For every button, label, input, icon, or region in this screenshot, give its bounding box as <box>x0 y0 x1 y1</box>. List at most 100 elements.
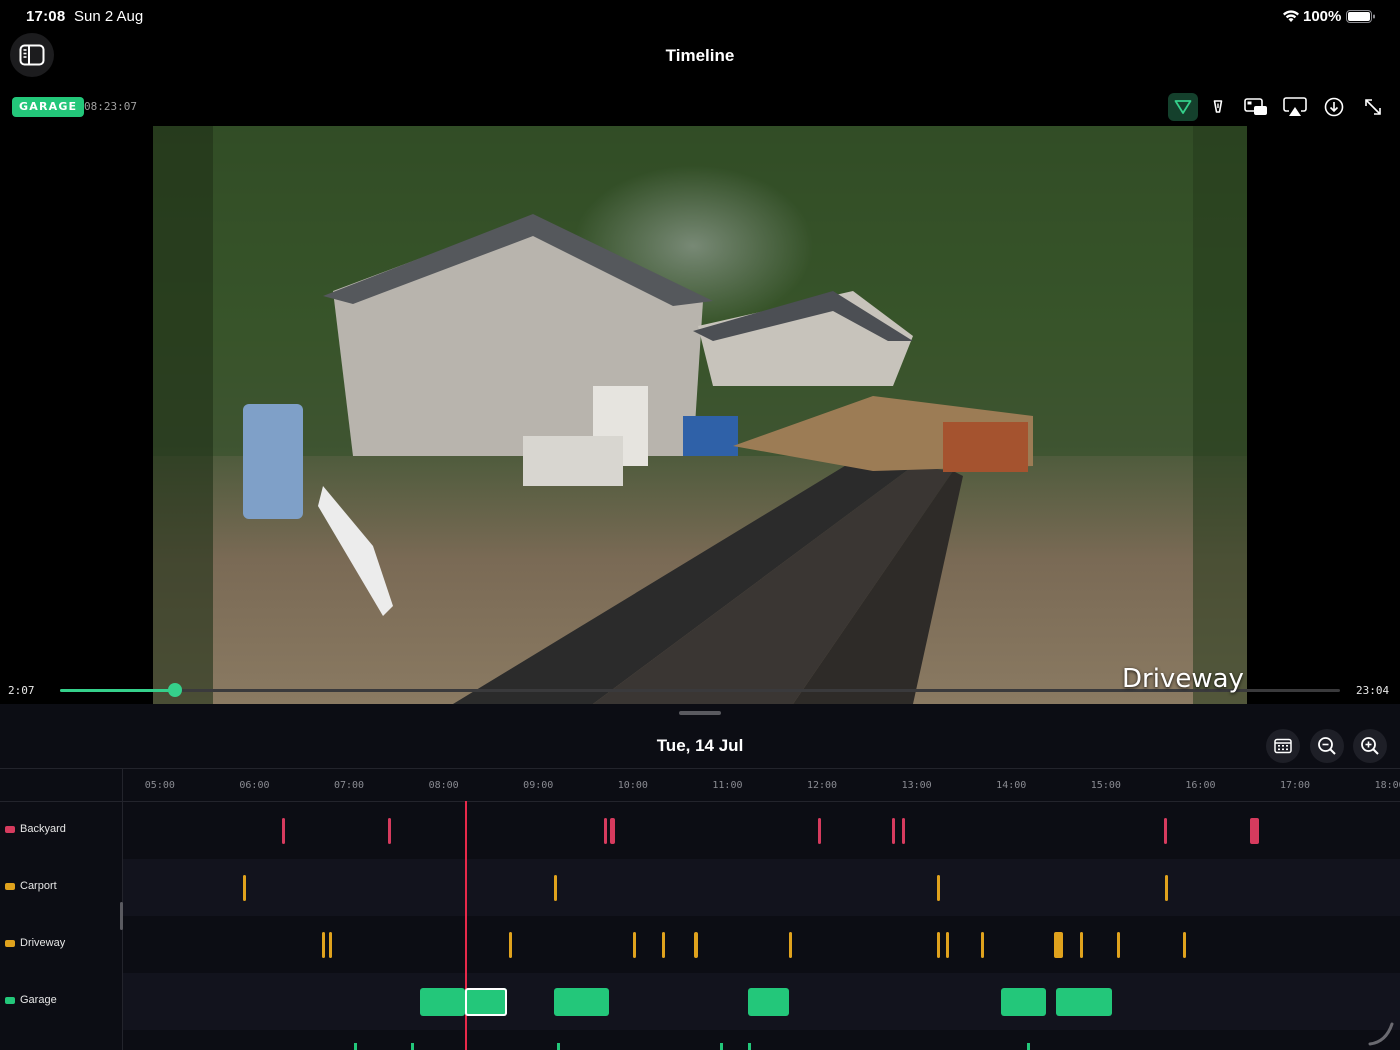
time-tick-label: 07:00 <box>333 780 365 791</box>
event-marker[interactable] <box>557 1043 561 1050</box>
event-marker[interactable] <box>1055 987 1112 1016</box>
filter-button[interactable] <box>1168 93 1198 121</box>
timeline-row-driveway[interactable] <box>123 916 1400 973</box>
calendar-button[interactable] <box>1266 729 1300 763</box>
resize-handle-icon[interactable] <box>1368 1020 1396 1046</box>
event-marker[interactable] <box>1249 817 1260 844</box>
event-marker[interactable] <box>1080 931 1084 958</box>
row-label-text: Carport <box>20 880 57 892</box>
scrubber-start-time: 2:07 <box>8 684 35 697</box>
event-marker[interactable] <box>892 817 896 844</box>
camera-badge: GARAGE <box>12 97 85 117</box>
time-tick-label: 17:00 <box>1279 780 1311 791</box>
event-marker[interactable] <box>1000 987 1047 1016</box>
row-color-swatch <box>5 825 15 833</box>
row-color-swatch <box>5 996 15 1004</box>
calendar-icon <box>1274 738 1292 754</box>
time-tick-label: 10:00 <box>617 780 648 791</box>
event-marker[interactable] <box>419 987 466 1016</box>
event-marker[interactable] <box>610 817 615 844</box>
video-player[interactable] <box>153 126 1247 704</box>
row-label: Carport <box>5 880 57 892</box>
event-marker[interactable] <box>694 931 699 958</box>
event-marker[interactable] <box>945 931 949 958</box>
row-color-swatch <box>5 939 15 947</box>
event-marker[interactable] <box>554 874 558 901</box>
event-marker[interactable] <box>748 987 789 1016</box>
time-tick-label: 13:00 <box>901 780 932 791</box>
zoom-in-icon <box>1361 737 1379 755</box>
row-label: Driveway <box>5 937 65 949</box>
event-marker[interactable] <box>353 1043 357 1050</box>
row-label: Garage <box>5 994 57 1006</box>
row-label-text: Driveway <box>20 937 66 949</box>
time-tick-label: 16:00 <box>1185 780 1216 791</box>
airplay-button[interactable] <box>1280 93 1310 121</box>
camera-timestamp: 08:23:07 <box>84 100 137 113</box>
event-marker[interactable] <box>603 817 607 844</box>
time-tick-label: 06:00 <box>239 780 270 791</box>
event-marker[interactable] <box>937 874 941 901</box>
event-marker[interactable] <box>1165 874 1169 901</box>
event-marker[interactable] <box>788 931 792 958</box>
event-marker[interactable] <box>243 874 247 901</box>
event-marker[interactable] <box>508 931 512 958</box>
event-marker[interactable] <box>1163 817 1167 844</box>
timeline-row-carport[interactable] <box>123 859 1400 916</box>
expand-icon <box>1365 99 1381 115</box>
time-tick-label: 05:00 <box>144 780 175 791</box>
airplay-icon <box>1283 97 1307 116</box>
zoom-out-button[interactable] <box>1310 729 1344 763</box>
zoom-in-button[interactable] <box>1353 729 1387 763</box>
event-marker[interactable] <box>554 987 610 1016</box>
panel-grabber[interactable] <box>679 711 721 715</box>
battery-percentage: 100% <box>1303 8 1342 25</box>
event-marker[interactable] <box>1053 931 1064 958</box>
scrubber-end-time: 23:04 <box>1356 684 1390 697</box>
camera-name-overlay: Driveway <box>1122 664 1244 694</box>
time-tick-label: 14:00 <box>996 780 1027 791</box>
event-marker[interactable] <box>719 1043 723 1050</box>
event-marker[interactable] <box>980 931 984 958</box>
event-marker[interactable] <box>281 817 285 844</box>
status-date: Sun 2 Aug <box>74 8 144 25</box>
status-bar <box>0 0 1400 34</box>
sensor-button[interactable] <box>1203 93 1233 121</box>
timeline-row-backyard[interactable] <box>123 802 1400 859</box>
time-tick-label: 15:00 <box>1090 780 1121 791</box>
event-marker[interactable] <box>1183 931 1187 958</box>
status-clock: 17:08 <box>26 8 66 25</box>
sidebar-icon <box>19 44 45 66</box>
time-tick-label: 18:00 <box>1374 780 1400 791</box>
time-tick-label: 08:00 <box>428 780 459 791</box>
event-marker[interactable] <box>321 931 325 958</box>
event-marker[interactable] <box>410 1043 414 1050</box>
page-title: Timeline <box>665 46 735 65</box>
scroll-indicator[interactable] <box>120 902 123 930</box>
event-marker[interactable] <box>818 817 822 844</box>
filter-icon <box>1174 100 1192 114</box>
fullscreen-button[interactable] <box>1358 93 1388 121</box>
event-marker[interactable] <box>387 817 391 844</box>
time-tick-label: 09:00 <box>523 780 554 791</box>
sensor-icon <box>1213 100 1223 113</box>
row-label-text: Garage <box>20 994 57 1006</box>
camera-feed-image <box>153 126 1247 704</box>
event-marker[interactable] <box>748 1043 752 1050</box>
event-marker[interactable] <box>1117 931 1121 958</box>
divider <box>0 768 1400 769</box>
event-marker[interactable] <box>329 931 333 958</box>
zoom-out-icon <box>1318 737 1336 755</box>
sidebar-toggle-button[interactable] <box>10 33 54 77</box>
download-button[interactable] <box>1319 93 1349 121</box>
event-marker[interactable] <box>901 817 905 844</box>
event-marker-selected[interactable] <box>465 987 507 1016</box>
picture-in-picture-button[interactable] <box>1241 93 1271 121</box>
event-marker[interactable] <box>936 931 940 958</box>
event-marker[interactable] <box>662 931 666 958</box>
download-icon <box>1324 97 1344 117</box>
row-label-text: Backyard <box>20 823 66 835</box>
event-marker[interactable] <box>632 931 636 958</box>
event-marker[interactable] <box>1027 1043 1031 1050</box>
scrubber-progress <box>60 689 176 692</box>
